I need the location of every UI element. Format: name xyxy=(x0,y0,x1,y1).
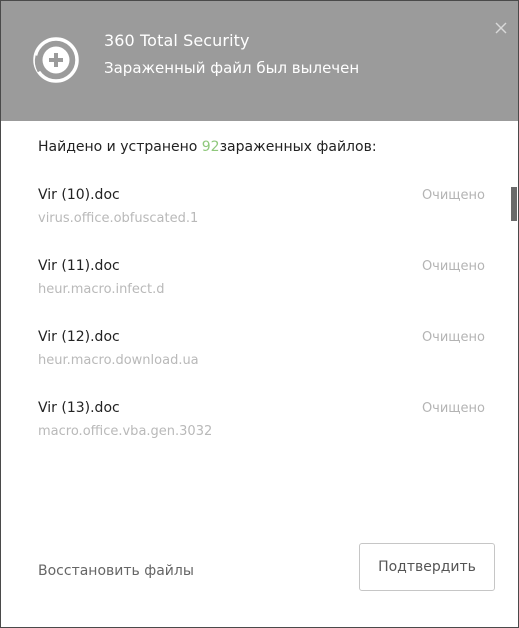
status-subtitle: Зараженный файл был вылечен xyxy=(104,59,360,77)
file-name: Vir (10).doc xyxy=(38,187,120,203)
status-label: Очищено xyxy=(421,330,485,345)
threat-name: heur.macro.download.ua xyxy=(38,353,199,368)
list-item: Vir (10).doc virus.office.obfuscated.1 О… xyxy=(1,187,506,258)
dialog-footer: Восстановить файлы Подтвердить xyxy=(1,541,518,601)
dialog-content: Найдено и устранено 92зараженных файлов:… xyxy=(1,121,518,627)
list-item: Vir (11).doc heur.macro.infect.d Очищено xyxy=(1,258,506,329)
confirm-button[interactable]: Подтвердить xyxy=(359,543,495,591)
app-title: 360 Total Security xyxy=(104,31,250,50)
summary-suffix: зараженных файлов: xyxy=(219,139,377,155)
status-label: Очищено xyxy=(421,188,485,203)
summary-prefix: Найдено и устранено xyxy=(38,139,202,155)
plus-shield-icon xyxy=(33,37,79,83)
threat-name: virus.office.obfuscated.1 xyxy=(38,211,199,226)
summary-text: Найдено и устранено 92зараженных файлов: xyxy=(38,139,377,155)
threat-name: heur.macro.infect.d xyxy=(38,282,165,297)
dialog-header: 360 Total Security Зараженный файл был в… xyxy=(1,1,518,121)
threat-name: macro.office.vba.gen.3032 xyxy=(38,424,213,439)
list-item: Vir (12).doc heur.macro.download.ua Очищ… xyxy=(1,329,506,400)
close-icon[interactable] xyxy=(492,19,510,37)
status-label: Очищено xyxy=(421,401,485,416)
status-label: Очищено xyxy=(421,259,485,274)
file-name: Vir (11).doc xyxy=(38,258,120,274)
list-item: Vir (13).doc macro.office.vba.gen.3032 О… xyxy=(1,400,506,471)
scrollbar-thumb[interactable] xyxy=(511,187,517,221)
restore-files-link[interactable]: Восстановить файлы xyxy=(38,563,194,579)
infected-count: 92 xyxy=(201,139,220,155)
list-scrollbar[interactable] xyxy=(506,187,518,487)
file-name: Vir (13).doc xyxy=(38,400,120,416)
file-name: Vir (12).doc xyxy=(38,329,120,345)
dialog-window: 360 Total Security Зараженный файл был в… xyxy=(0,0,519,628)
infected-file-list[interactable]: Vir (10).doc virus.office.obfuscated.1 О… xyxy=(1,187,506,471)
